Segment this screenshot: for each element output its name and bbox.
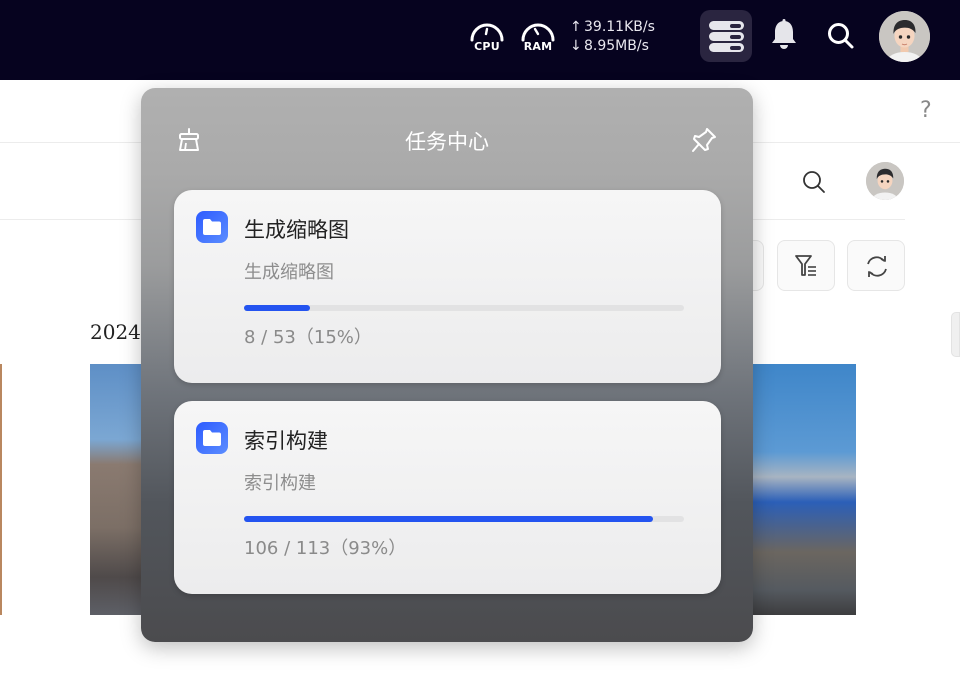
task-center-panel: 任务中心 生成缩略图 生成缩略图 8 / 53（15%） 索引构建 索引构建 1… [141, 88, 753, 642]
cpu-label: CPU [474, 40, 500, 53]
search-icon [803, 171, 825, 193]
refresh-button[interactable] [847, 240, 905, 291]
task-progress-bar [244, 516, 684, 522]
download-speed-row: ↓ 8.95MB/s [570, 37, 655, 56]
pin-panel-button[interactable] [689, 125, 719, 155]
refresh-icon [867, 256, 887, 277]
download-arrow-icon: ↓ [570, 38, 582, 54]
date-group-label: 2024- [90, 320, 148, 344]
task-progress-text: 8 / 53（15%） [244, 327, 372, 348]
page-user-avatar[interactable] [866, 162, 904, 200]
upload-speed: 39.11KB/s [584, 19, 655, 35]
gauge-icon [470, 23, 504, 42]
scroll-handle[interactable] [951, 312, 960, 357]
folder-icon [196, 422, 228, 454]
network-speed: ↑ 39.11KB/s ↓ 8.95MB/s [570, 18, 655, 56]
filter-list-icon [795, 255, 816, 276]
task-progress-fill [244, 516, 654, 522]
photo-thumbnail[interactable] [753, 364, 856, 615]
ram-gauge[interactable]: RAM [519, 18, 557, 56]
panel-title: 任务中心 [405, 130, 489, 154]
search-icon [828, 23, 854, 49]
task-progress-bar [244, 305, 684, 311]
task-title: 生成缩略图 [244, 218, 349, 242]
search-button[interactable] [826, 21, 856, 55]
task-center-button[interactable] [700, 10, 752, 62]
folder-icon [196, 211, 228, 243]
avatar-icon [879, 11, 930, 62]
page-search-button[interactable] [801, 169, 827, 199]
download-speed: 8.95MB/s [584, 38, 649, 54]
upload-arrow-icon: ↑ [570, 19, 582, 35]
task-title: 索引构建 [244, 429, 328, 453]
upload-speed-row: ↑ 39.11KB/s [570, 18, 655, 37]
task-progress-fill [244, 305, 310, 311]
photo-thumbnail[interactable] [0, 364, 2, 615]
help-button[interactable]: ? [920, 98, 932, 123]
task-card[interactable]: 索引构建 索引构建 106 / 113（93%） [174, 401, 721, 594]
user-avatar[interactable] [879, 11, 930, 62]
task-card[interactable]: 生成缩略图 生成缩略图 8 / 53（15%） [174, 190, 721, 383]
gauge-icon [521, 23, 555, 42]
cpu-gauge[interactable]: CPU [468, 18, 506, 56]
pin-icon [692, 128, 716, 152]
filter-button[interactable] [777, 240, 835, 291]
task-subtitle: 索引构建 [244, 473, 316, 494]
avatar-icon [866, 162, 904, 200]
ram-label: RAM [523, 40, 553, 53]
notifications-button[interactable] [768, 18, 800, 56]
bell-icon [772, 19, 796, 49]
task-subtitle: 生成缩略图 [244, 262, 334, 283]
top-bar: CPU RAM ↑ 39.11KB/s ↓ 8.95MB/s [0, 0, 960, 80]
task-progress-text: 106 / 113（93%） [244, 538, 407, 559]
